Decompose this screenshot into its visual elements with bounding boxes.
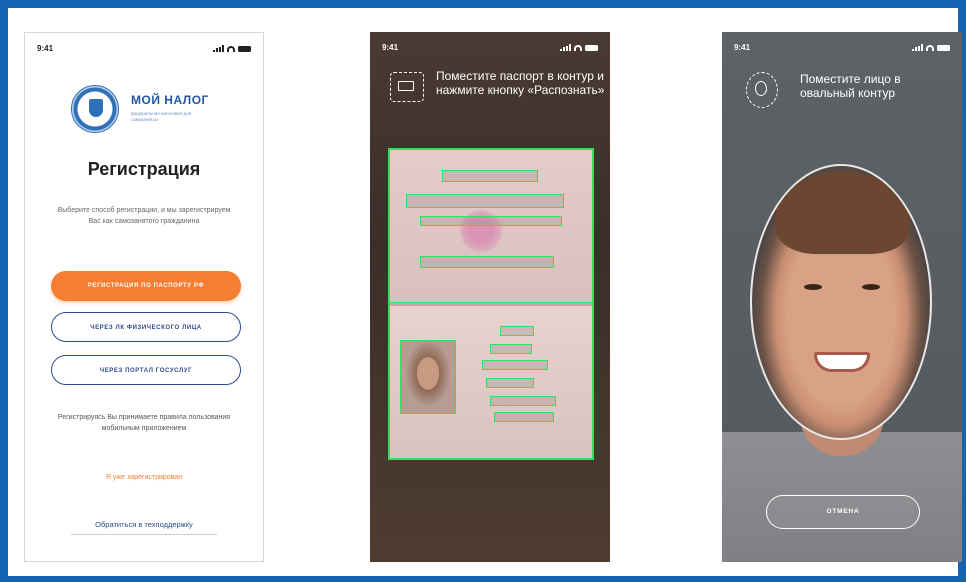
passport-scan-frame <box>388 148 594 460</box>
ocr-field-box <box>490 344 532 354</box>
status-icons <box>213 45 251 52</box>
passport-scan-screen: 9:41 Поместите паспорт в контур и нажмит… <box>370 32 610 562</box>
passport-icon <box>390 72 424 102</box>
support-link[interactable]: Обратиться в техподдержку <box>25 520 263 529</box>
face-icon <box>746 72 778 108</box>
screenshot-canvas: 9:41 МОЙ НАЛОГ федеральная налоговая для… <box>8 8 962 576</box>
ocr-field-box <box>494 412 554 422</box>
registration-screen: 9:41 МОЙ НАЛОГ федеральная налоговая для… <box>24 32 264 562</box>
terms-text: Регистрируясь Вы принимаете правила поль… <box>57 414 231 432</box>
face-oval-frame <box>750 164 932 440</box>
signal-icon <box>560 44 571 51</box>
ocr-field-box <box>420 216 562 226</box>
wifi-icon <box>574 44 582 51</box>
signal-icon <box>213 45 224 52</box>
camera-preview-eye <box>862 284 880 290</box>
register-passport-button[interactable]: РЕГИСТРАЦИЯ ПО ПАСПОРТУ РФ <box>51 271 241 301</box>
divider <box>71 534 217 535</box>
already-registered-link[interactable]: Я уже зарегистрирован <box>25 474 263 481</box>
scan-hint: Поместите паспорт в контур и нажмите кно… <box>436 69 605 97</box>
page-description: Выберите способ регистрации, и мы зареги… <box>57 207 231 225</box>
camera-preview-hair <box>776 172 910 254</box>
battery-icon <box>238 45 251 52</box>
camera-preview-eye <box>804 284 822 290</box>
status-bar: 9:41 <box>382 43 598 53</box>
brand-title: МОЙ НАЛОГ <box>131 93 209 107</box>
register-lk-button[interactable]: ЧЕРЕЗ ЛК ФИЗИЧЕСКОГО ЛИЦА <box>51 312 241 342</box>
face-hint: Поместите лицо в овальный контур <box>800 72 901 100</box>
ocr-field-box <box>490 396 556 406</box>
ocr-field-box <box>500 326 534 336</box>
cancel-button[interactable]: ОТМЕНА <box>766 495 920 529</box>
status-icons <box>912 44 950 51</box>
ocr-field-box <box>486 378 534 388</box>
app-logo: МОЙ НАЛОГ федеральная налоговая для само… <box>71 85 251 137</box>
status-bar: 9:41 <box>734 43 950 53</box>
battery-icon <box>937 44 950 51</box>
status-time: 9:41 <box>734 43 751 52</box>
camera-preview-smile <box>814 352 870 372</box>
status-icons <box>560 44 598 51</box>
signal-icon <box>912 44 923 51</box>
ocr-field-box <box>420 256 554 268</box>
passport-photo <box>400 340 456 414</box>
register-gosuslugi-button[interactable]: ЧЕРЕЗ ПОРТАЛ ГОСУСЛУГ <box>51 355 241 385</box>
emblem-icon <box>71 85 119 133</box>
ocr-field-box <box>442 170 538 182</box>
face-scan-screen: 9:41 Поместите лицо в овальный контур ОТ… <box>722 32 962 562</box>
status-bar: 9:41 <box>37 44 251 54</box>
wifi-icon <box>227 45 235 52</box>
page-title: Регистрация <box>87 159 201 179</box>
wifi-icon <box>926 44 934 51</box>
status-time: 9:41 <box>382 43 399 52</box>
battery-icon <box>585 44 598 51</box>
status-time: 9:41 <box>37 44 54 53</box>
ocr-field-box <box>482 360 548 370</box>
ocr-field-box <box>406 194 564 208</box>
brand-subtitle: федеральная налоговая для самозанятых <box>131 111 192 122</box>
